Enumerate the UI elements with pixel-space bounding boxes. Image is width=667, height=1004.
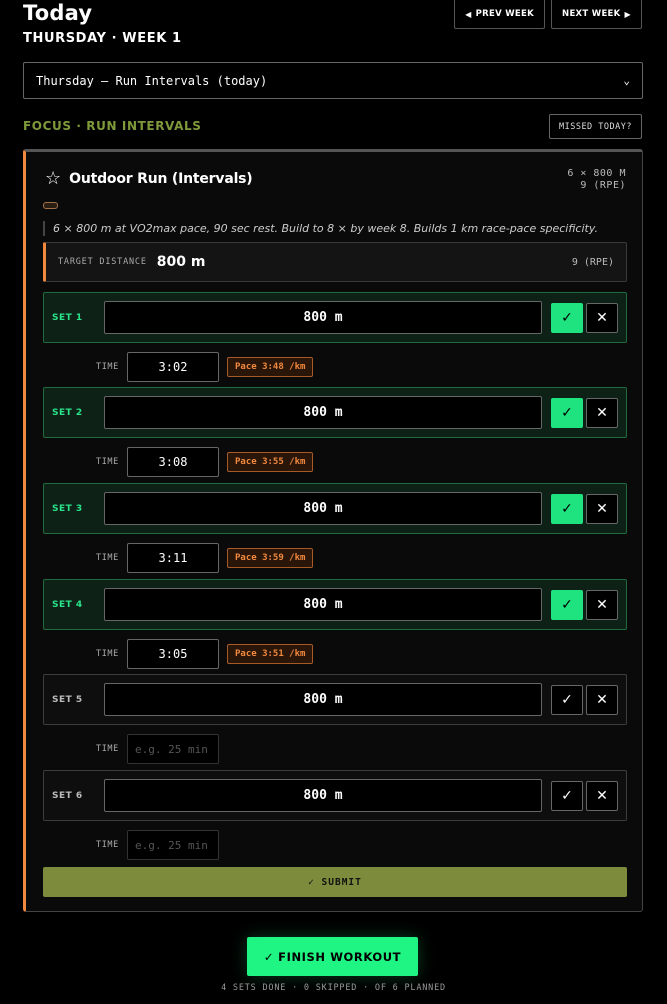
set-row: SET 2 800 m ✓ ✕ xyxy=(43,387,627,438)
star-icon[interactable]: ☆ xyxy=(45,170,61,188)
target-distance: TARGET DISTANCE 800 m 9 (RPE) xyxy=(43,242,627,282)
time-row: TIME 3:08 Pace 3:55 /km xyxy=(96,447,314,477)
check-icon: ✓ xyxy=(561,691,573,708)
set-distance-input[interactable]: 800 m xyxy=(104,396,542,429)
set-label: SET 4 xyxy=(52,599,83,610)
time-input[interactable]: 3:08 xyxy=(127,447,219,477)
pace-badge: Pace 3:51 /km xyxy=(227,644,314,664)
check-icon: ✓ xyxy=(263,949,275,964)
missed-today-button[interactable]: MISSED TODAY? xyxy=(548,114,642,139)
time-row: TIME 3:02 Pace 3:48 /km xyxy=(96,352,314,382)
caret-left-icon: ◀ xyxy=(465,9,472,19)
check-icon: ✓ xyxy=(561,596,573,613)
close-icon: ✕ xyxy=(596,691,608,708)
time-row: TIME 3:11 Pace 3:59 /km xyxy=(96,543,314,573)
time-input[interactable]: 3:11 xyxy=(127,543,219,573)
prev-week-label: PREV WEEK xyxy=(475,9,535,19)
set-row: SET 4 800 m ✓ ✕ xyxy=(43,579,627,630)
set-distance-input[interactable]: 800 m xyxy=(104,779,542,812)
set-row: SET 3 800 m ✓ ✕ xyxy=(43,483,627,534)
day-select-value: Thursday — Run Intervals (today) xyxy=(36,73,268,88)
skip-set-button[interactable]: ✕ xyxy=(586,589,618,620)
close-icon: ✕ xyxy=(596,596,608,613)
set-distance-input[interactable]: 800 m xyxy=(104,492,542,525)
exercise-card: ☆ Outdoor Run (Intervals) 6 × 800 M 9 (R… xyxy=(23,149,643,912)
complete-set-button[interactable]: ✓ xyxy=(551,302,583,333)
exercise-meta-rpe: 9 (RPE) xyxy=(580,180,626,191)
finish-workout-button[interactable]: ✓ FINISH WORKOUT xyxy=(247,937,418,976)
time-label: TIME xyxy=(96,840,119,850)
exercise-meta-volume: 6 × 800 M xyxy=(567,168,626,179)
time-input[interactable]: 3:05 xyxy=(127,639,219,669)
complete-set-button[interactable]: ✓ xyxy=(551,397,583,428)
exercise-description: 6 × 800 m at VO2max pace, 90 sec rest. B… xyxy=(43,221,633,236)
caret-right-icon: ▶ xyxy=(624,9,631,19)
check-icon: ✓ xyxy=(561,404,573,421)
time-label: TIME xyxy=(96,553,119,563)
check-icon: ✓ xyxy=(561,309,573,326)
target-label: TARGET DISTANCE xyxy=(58,257,147,267)
complete-set-button[interactable]: ✓ xyxy=(551,589,583,620)
set-row: SET 6 800 m ✓ ✕ xyxy=(43,770,627,821)
exercise-header: ☆ Outdoor Run (Intervals) xyxy=(45,170,253,188)
time-label: TIME xyxy=(96,362,119,372)
set-label: SET 3 xyxy=(52,503,83,514)
close-icon: ✕ xyxy=(596,404,608,421)
complete-set-button[interactable]: ✓ xyxy=(551,780,583,811)
time-input[interactable]: e.g. 25 min xyxy=(127,830,219,860)
day-select[interactable]: Thursday — Run Intervals (today) ⌄ xyxy=(23,62,643,99)
set-distance-input[interactable]: 800 m xyxy=(104,683,542,716)
close-icon: ✕ xyxy=(596,787,608,804)
page-subtitle: THURSDAY · WEEK 1 xyxy=(23,31,182,46)
page-header: Today THURSDAY · WEEK 1 xyxy=(23,0,182,46)
set-distance-input[interactable]: 800 m xyxy=(104,301,542,334)
next-week-label: NEXT WEEK xyxy=(562,9,621,19)
time-input[interactable]: 3:02 xyxy=(127,352,219,382)
chevron-down-icon: ⌄ xyxy=(623,74,630,87)
check-icon: ✓ xyxy=(561,500,573,517)
complete-set-button[interactable]: ✓ xyxy=(551,493,583,524)
set-distance-input[interactable]: 800 m xyxy=(104,588,542,621)
set-label: SET 2 xyxy=(52,407,83,418)
time-label: TIME xyxy=(96,744,119,754)
close-icon: ✕ xyxy=(596,500,608,517)
set-label: SET 5 xyxy=(52,694,83,705)
complete-set-button[interactable]: ✓ xyxy=(551,684,583,715)
set-label: SET 1 xyxy=(52,312,83,323)
time-row: TIME e.g. 25 min xyxy=(96,734,219,764)
exercise-meta: 6 × 800 M 9 (RPE) xyxy=(567,168,626,192)
pace-badge: Pace 3:59 /km xyxy=(227,548,314,568)
finish-workout-label: FINISH WORKOUT xyxy=(278,949,402,964)
skip-set-button[interactable]: ✕ xyxy=(586,780,618,811)
time-label: TIME xyxy=(96,649,119,659)
focus-label: FOCUS · RUN INTERVALS xyxy=(23,119,202,133)
page-title: Today xyxy=(23,1,93,25)
week-nav: ◀ PREV WEEK NEXT WEEK ▶ xyxy=(454,0,642,29)
pace-badge: Pace 3:55 /km xyxy=(227,452,314,472)
time-input[interactable]: e.g. 25 min xyxy=(127,734,219,764)
set-row: SET 5 800 m ✓ ✕ xyxy=(43,674,627,725)
prev-week-button[interactable]: ◀ PREV WEEK xyxy=(454,0,546,29)
skip-set-button[interactable]: ✕ xyxy=(586,397,618,428)
time-label: TIME xyxy=(96,457,119,467)
exercise-name: Outdoor Run (Intervals) xyxy=(69,171,253,187)
skip-set-button[interactable]: ✕ xyxy=(586,684,618,715)
set-row: SET 1 800 m ✓ ✕ xyxy=(43,292,627,343)
submit-button[interactable]: ✓ SUBMIT xyxy=(43,867,627,897)
skip-set-button[interactable]: ✕ xyxy=(586,302,618,333)
set-label: SET 6 xyxy=(52,790,83,801)
target-value: 800 m xyxy=(156,254,206,270)
workout-summary: 4 SETS DONE · 0 SKIPPED · OF 6 PLANNED xyxy=(221,983,446,993)
next-week-button[interactable]: NEXT WEEK ▶ xyxy=(551,0,642,29)
exercise-tag xyxy=(43,202,58,209)
pace-badge: Pace 3:48 /km xyxy=(227,357,314,377)
target-rpe: 9 (RPE) xyxy=(571,256,614,268)
skip-set-button[interactable]: ✕ xyxy=(586,493,618,524)
check-icon: ✓ xyxy=(561,787,573,804)
close-icon: ✕ xyxy=(596,309,608,326)
time-row: TIME 3:05 Pace 3:51 /km xyxy=(96,639,314,669)
time-row: TIME e.g. 25 min xyxy=(96,830,219,860)
